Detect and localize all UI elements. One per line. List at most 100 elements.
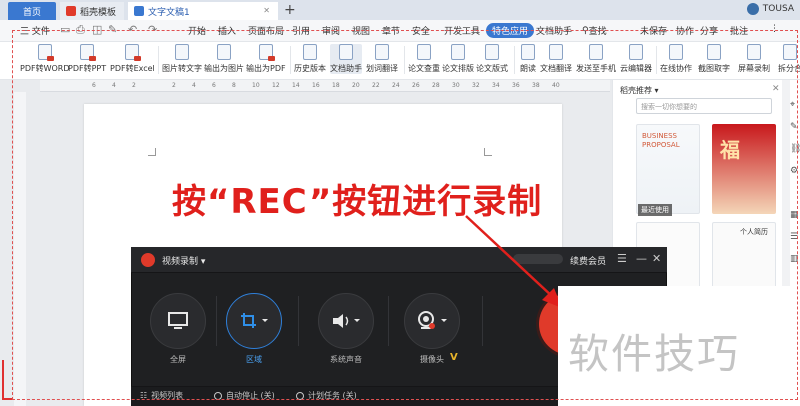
menu-view[interactable]: 视图: [352, 24, 370, 37]
fullscreen-mode-button[interactable]: [150, 293, 206, 349]
schedule-label: 计划任务 (关): [308, 391, 357, 400]
doc-helper-button[interactable]: 文档助手: [330, 44, 362, 74]
doc-translate-label: 文档翻译: [540, 64, 572, 73]
menu-insert[interactable]: 插入: [218, 24, 236, 37]
history-button[interactable]: 历史版本: [294, 44, 326, 74]
grid-icon[interactable]: ▦: [790, 210, 799, 220]
screenshot-ocr-button[interactable]: 截图取字: [698, 44, 730, 74]
ruler-tick: 18: [332, 82, 340, 89]
menu-special-apps[interactable]: 特色应用: [486, 23, 535, 38]
clock-icon: [214, 391, 222, 400]
recorder-title[interactable]: 视频录制 ▾: [162, 254, 205, 267]
paper-format-label: 论文版式: [476, 64, 508, 73]
pdf-to-word-button[interactable]: PDF转WORD: [20, 44, 70, 74]
auto-stop-button[interactable]: 自动停止 (关): [214, 390, 275, 401]
doc-helper-icon: [339, 44, 353, 60]
video-list-button[interactable]: ☷ 视频列表: [140, 390, 183, 401]
schedule-button[interactable]: 计划任务 (关): [296, 390, 357, 401]
preview-icon[interactable]: ◫: [92, 23, 102, 36]
send-to-phone-button[interactable]: 发送至手机: [576, 44, 616, 74]
table-icon[interactable]: ☰: [790, 232, 798, 242]
list-icon: ☷: [140, 391, 148, 400]
pen-icon[interactable]: ✎: [790, 122, 798, 132]
export-pdf-button[interactable]: 输出为PDF: [246, 44, 286, 74]
settings-icon[interactable]: ⚙: [790, 166, 798, 176]
search-label: 查找: [588, 27, 607, 37]
menu-developer[interactable]: 开发工具: [444, 24, 480, 37]
ruler-tick: 30: [452, 82, 460, 89]
menu-chapter[interactable]: 章节: [382, 24, 400, 37]
system-audio-label: 系统声音: [330, 355, 362, 364]
panel-title[interactable]: 稻壳推荐 ▾: [620, 85, 659, 96]
new-tab-button[interactable]: +: [284, 2, 296, 18]
close-icon[interactable]: ✕: [263, 6, 270, 15]
recorder-divider: [216, 296, 217, 346]
paper-layout-button[interactable]: 论文排版: [442, 44, 474, 74]
ribbon-divider: [404, 46, 405, 74]
undo-icon[interactable]: ↶: [128, 23, 137, 36]
comment-button[interactable]: 批注: [730, 24, 748, 37]
link-icon[interactable]: ⛓: [790, 144, 800, 154]
export-pdf-icon: [258, 44, 275, 61]
ruler-tick: 26: [412, 82, 420, 89]
screen-record-button[interactable]: 屏幕录制: [738, 44, 770, 74]
minimize-icon[interactable]: —: [636, 252, 647, 265]
menu-review[interactable]: 审阅: [322, 24, 340, 37]
tab-home[interactable]: 首页: [8, 2, 56, 20]
read-aloud-button[interactable]: 朗读: [520, 44, 536, 74]
redo-icon[interactable]: ↷: [148, 23, 157, 36]
pdf-to-excel-button[interactable]: PDF转Excel: [110, 44, 155, 74]
split-merge-button[interactable]: 拆分合: [778, 44, 800, 74]
format-icon: [485, 44, 499, 60]
recorder-divider: [298, 296, 299, 346]
tab-template[interactable]: 稻壳模板: [60, 2, 124, 20]
close-icon[interactable]: ✕: [772, 84, 780, 94]
thumbnail-title: 个人简历: [740, 228, 768, 236]
menu-page-layout[interactable]: 页面布局: [248, 24, 284, 37]
pointer-icon[interactable]: ⌖: [790, 100, 795, 110]
image-text-icon: [175, 44, 189, 60]
more-icon[interactable]: ⋮: [770, 24, 779, 34]
menu-doc-helper[interactable]: 文档助手: [536, 24, 572, 37]
close-icon[interactable]: ✕: [652, 252, 661, 265]
system-audio-button[interactable]: [318, 293, 374, 349]
menu-reference[interactable]: 引用: [292, 24, 310, 37]
menu-icon[interactable]: ☰: [617, 252, 627, 265]
translate-icon: [549, 44, 563, 60]
collab-icon: [669, 44, 683, 60]
user-area[interactable]: TOUSA: [746, 3, 794, 15]
share-button[interactable]: 分享: [700, 24, 718, 37]
ruler-tick: 12: [272, 82, 280, 89]
format-painter-icon[interactable]: ✎: [108, 23, 117, 36]
doc-helper-label: 文档助手: [330, 64, 362, 73]
print-icon[interactable]: ⎙: [76, 23, 85, 37]
folder-icon[interactable]: ▭: [60, 23, 70, 36]
panel-search-input[interactable]: 搜索一切你想要的: [636, 98, 772, 114]
translate-word-button[interactable]: 划词翻译: [366, 44, 398, 74]
pdf-to-ppt-button[interactable]: PDF转PPT: [68, 44, 106, 74]
menu-start[interactable]: 开始: [188, 24, 206, 37]
unsaved-status[interactable]: 未保存: [640, 24, 667, 37]
tab-document[interactable]: 文字文稿1 ✕: [128, 2, 278, 20]
search-button[interactable]: ⚲ 查找: [582, 24, 607, 38]
renew-member-button[interactable]: 续费会员: [570, 254, 606, 267]
history-label: 历史版本: [294, 64, 326, 73]
chart-icon[interactable]: ▥: [790, 254, 799, 264]
cloud-editor-button[interactable]: 云编辑器: [620, 44, 652, 74]
camera-button[interactable]: [404, 293, 460, 349]
menu-file[interactable]: 三 文件: [20, 24, 50, 37]
image-to-text-button[interactable]: 图片转文字: [162, 44, 202, 74]
margin-corner: [148, 148, 156, 156]
ruler-tick: 38: [532, 82, 540, 89]
menu-security[interactable]: 安全: [412, 24, 430, 37]
online-collab-button[interactable]: 在线协作: [660, 44, 692, 74]
doc-translate-button[interactable]: 文档翻译: [540, 44, 572, 74]
collab-button[interactable]: 协作: [676, 24, 694, 37]
paper-format-button[interactable]: 论文版式: [476, 44, 508, 74]
export-image-button[interactable]: 输出为图片: [204, 44, 244, 74]
ruler-tick: 28: [432, 82, 440, 89]
region-mode-button[interactable]: [226, 293, 282, 349]
thumbnail-title: BUSINESS PROPOSAL: [642, 132, 680, 149]
plagiarism-check-button[interactable]: 论文查重: [408, 44, 440, 74]
export-pdf-label: 输出为PDF: [246, 64, 286, 73]
